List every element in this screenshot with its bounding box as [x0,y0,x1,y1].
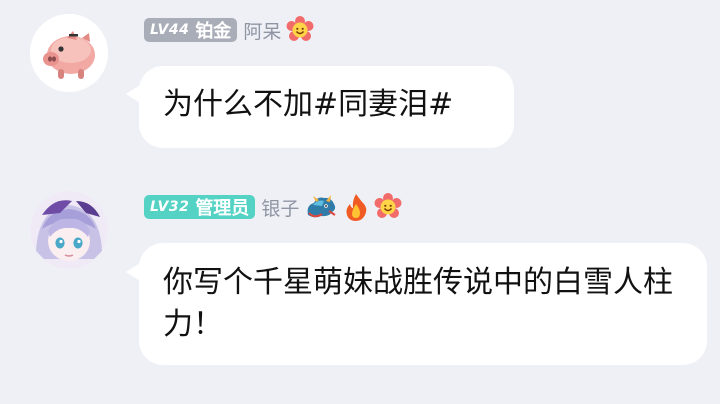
pig-avatar-icon [30,14,108,92]
rank-label: 铂金 [195,21,232,42]
level-label: LV32 [150,199,190,215]
dragon-icon [304,193,338,221]
level-badge: LV32 管理员 [144,195,256,219]
anime-girl-avatar-icon [30,191,108,269]
user-avatar[interactable] [30,191,108,269]
level-label: LV44 [150,22,190,38]
message-text: 你写个千星萌妹战胜传说中的白雪人柱力！ [163,265,673,342]
level-badge: LV44 铂金 [144,18,238,42]
user-avatar[interactable] [30,14,108,92]
message-header: LV44 铂金 阿呆 [144,15,314,45]
fire-icon [343,192,369,222]
message-header: LV32 管理员 银子 [144,192,402,222]
message-bubble[interactable]: 为什么不加#同妻泪# [139,66,514,148]
message-bubble[interactable]: 你写个千星萌妹战胜传说中的白雪人柱力！ [139,243,707,365]
username[interactable]: 阿呆 [243,17,281,44]
flower-face-icon [374,193,402,221]
flower-face-icon [286,16,314,44]
message-text: 为什么不加#同妻泪# [163,87,454,122]
rank-label: 管理员 [195,198,250,219]
username[interactable]: 银子 [261,194,299,221]
